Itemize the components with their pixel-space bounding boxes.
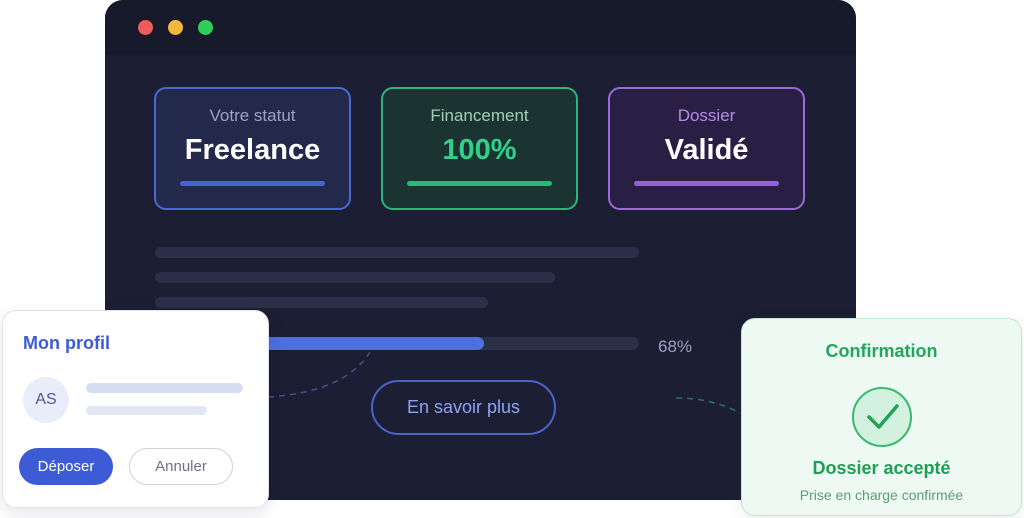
profile-title: Mon profil (23, 333, 110, 353)
funding-card: Financement 100% (381, 87, 578, 210)
confirmation-message: Dossier accepté (812, 458, 951, 478)
status-card-label: Votre statut (209, 106, 296, 125)
status-card-bar (180, 181, 325, 186)
status-card: Votre statut Freelance (154, 87, 351, 210)
confirmation-title: Confirmation (825, 341, 938, 361)
file-card-value: Validé (664, 134, 749, 166)
deposit-button[interactable]: Déposer (19, 448, 113, 485)
minimize-window-button[interactable] (168, 20, 183, 35)
confirmation-subtext: Prise en charge confirmée (799, 487, 964, 503)
close-window-button[interactable] (138, 20, 153, 35)
learn-more-button[interactable]: En savoir plus (371, 380, 556, 435)
avatar: AS (23, 377, 69, 423)
profile-card: Mon profil AS Déposer Annuler (2, 310, 269, 508)
maximize-window-button[interactable] (198, 20, 213, 35)
window-titlebar (105, 0, 856, 55)
file-card-bar (634, 181, 779, 186)
status-card-value: Freelance (184, 134, 321, 166)
profile-name-placeholder (86, 383, 243, 393)
progress-percent: 68% (658, 337, 693, 356)
check-icon (852, 387, 912, 447)
text-placeholder-line (155, 247, 639, 258)
confirmation-card: Confirmation Dossier accepté Prise en ch… (741, 318, 1022, 516)
text-placeholder-line (155, 297, 488, 308)
profile-detail-placeholder (86, 406, 207, 415)
file-card: Dossier Validé (608, 87, 805, 210)
funding-card-value: 100% (442, 134, 517, 166)
text-placeholder-line (155, 272, 555, 283)
file-card-label: Dossier (677, 106, 736, 125)
funding-card-label: Financement (430, 106, 529, 125)
funding-card-bar (407, 181, 552, 186)
cancel-button[interactable]: Annuler (129, 448, 233, 485)
